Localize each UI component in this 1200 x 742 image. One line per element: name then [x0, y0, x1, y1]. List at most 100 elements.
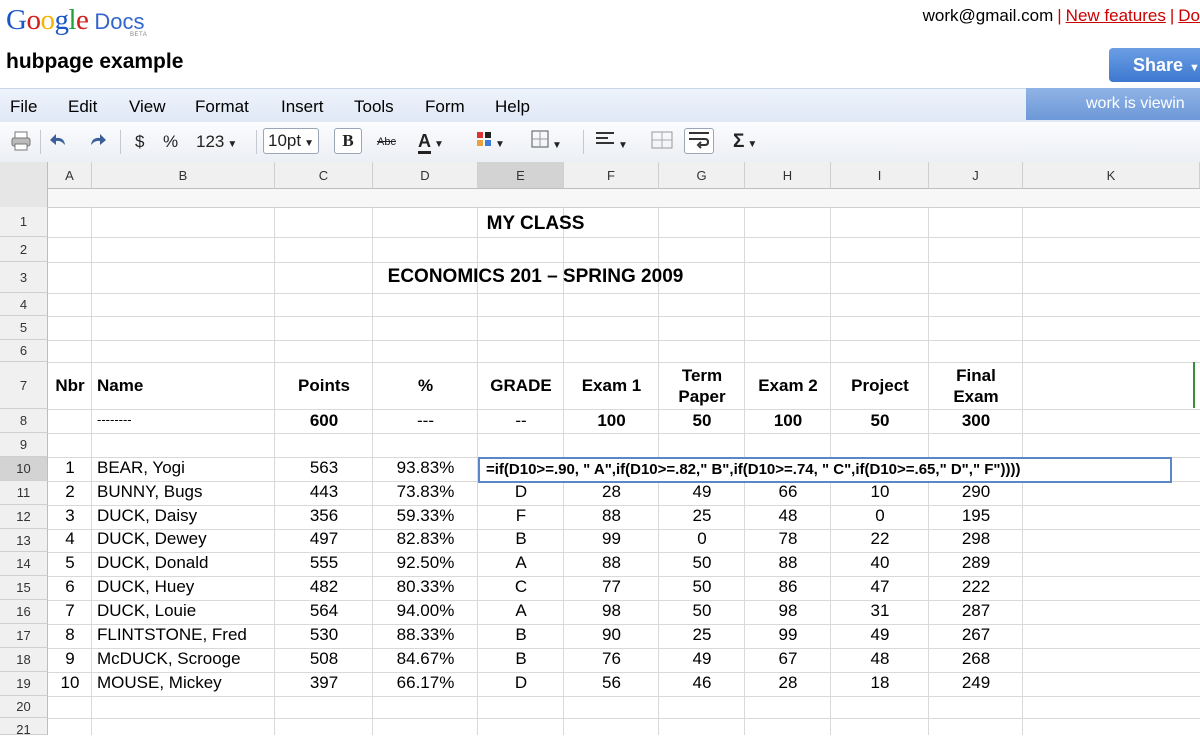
cell-exam1[interactable]: 76 [564, 649, 659, 669]
header-exam1[interactable]: Exam 1 [564, 375, 659, 396]
cell-points[interactable]: 443 [275, 482, 373, 502]
header-nbr[interactable]: Nbr [48, 375, 92, 396]
cell-pct[interactable]: 82.83% [373, 529, 478, 549]
cell-term[interactable]: 46 [659, 673, 745, 693]
cell-points[interactable]: 564 [275, 601, 373, 621]
cell-exam1[interactable]: 77 [564, 577, 659, 597]
maxrow-term[interactable]: 50 [659, 411, 745, 431]
fill-color-dropdown[interactable]: ▼ [476, 130, 505, 154]
cell-project[interactable]: 10 [831, 482, 929, 502]
row-header-4[interactable]: 4 [0, 293, 48, 316]
cell-points[interactable]: 497 [275, 529, 373, 549]
column-header-d[interactable]: D [373, 162, 478, 189]
cell-exam1[interactable]: 28 [564, 482, 659, 502]
cell-points[interactable]: 555 [275, 553, 373, 573]
strikethrough-button[interactable]: Abc [377, 130, 396, 154]
row-header-7[interactable]: 7 [0, 362, 48, 409]
cell-exam2[interactable]: 99 [745, 625, 831, 645]
new-features-link[interactable]: New features [1066, 6, 1166, 25]
cell-name[interactable]: DUCK, Donald [97, 553, 275, 573]
cell-points[interactable]: 397 [275, 673, 373, 693]
cell-exam2[interactable]: 78 [745, 529, 831, 549]
cell-grade[interactable]: B [478, 649, 564, 669]
font-size-dropdown[interactable]: 10pt ▼ [263, 128, 319, 154]
cell-nbr[interactable]: 2 [48, 482, 92, 502]
maxrow-exam2[interactable]: 100 [745, 411, 831, 431]
cell-term[interactable]: 25 [659, 506, 745, 526]
cell-nbr[interactable]: 4 [48, 529, 92, 549]
menu-insert[interactable]: Insert [281, 97, 324, 117]
docs-home-link[interactable]: Do [1178, 6, 1200, 25]
cell-project[interactable]: 18 [831, 673, 929, 693]
header-percent[interactable]: % [373, 375, 478, 396]
column-header-g[interactable]: G [659, 162, 745, 189]
menu-tools[interactable]: Tools [354, 97, 394, 117]
cell-nbr[interactable]: 6 [48, 577, 92, 597]
cell-points[interactable]: 563 [275, 458, 373, 478]
maxrow-exam1[interactable]: 100 [564, 411, 659, 431]
maxrow-points[interactable]: 600 [275, 411, 373, 431]
column-header-a[interactable]: A [48, 162, 92, 189]
cell-pct[interactable]: 66.17% [373, 673, 478, 693]
cell-term[interactable]: 50 [659, 577, 745, 597]
row-header-19[interactable]: 19 [0, 672, 48, 696]
undo-icon[interactable] [48, 130, 70, 154]
cell-exam1[interactable]: 56 [564, 673, 659, 693]
cell-nbr[interactable]: 7 [48, 601, 92, 621]
menu-help[interactable]: Help [495, 97, 530, 117]
cell-final[interactable]: 195 [929, 506, 1023, 526]
cell-nbr[interactable]: 8 [48, 625, 92, 645]
wrap-text-icon[interactable] [684, 128, 714, 154]
row-header-5[interactable]: 5 [0, 316, 48, 340]
column-header-j[interactable]: J [929, 162, 1023, 189]
row-header-8[interactable]: 8 [0, 409, 48, 433]
cell-nbr[interactable]: 10 [48, 673, 92, 693]
number-format-dropdown[interactable]: 123 ▼ [196, 130, 237, 154]
row-header-10[interactable]: 10 [0, 457, 48, 481]
maxrow-pct[interactable]: --- [373, 411, 478, 431]
select-all-corner[interactable] [0, 162, 48, 207]
cell-exam1[interactable]: 88 [564, 506, 659, 526]
cell-grade[interactable]: C [478, 577, 564, 597]
bold-button[interactable]: B [334, 128, 362, 154]
print-icon[interactable] [10, 130, 32, 154]
sheet-subtitle[interactable]: ECONOMICS 201 – SPRING 2009 [48, 266, 1023, 288]
menu-form[interactable]: Form [425, 97, 465, 117]
header-final-exam[interactable]: Final Exam [929, 365, 1023, 407]
cell-final[interactable]: 298 [929, 529, 1023, 549]
cell-final[interactable]: 267 [929, 625, 1023, 645]
cell-exam1[interactable]: 98 [564, 601, 659, 621]
cell-exam2[interactable]: 48 [745, 506, 831, 526]
cell-exam1[interactable]: 99 [564, 529, 659, 549]
sheet-title[interactable]: MY CLASS [48, 213, 1023, 235]
column-header-k[interactable]: K [1023, 162, 1200, 189]
cell-points[interactable]: 356 [275, 506, 373, 526]
cell-name[interactable]: DUCK, Daisy [97, 506, 275, 526]
header-exam2[interactable]: Exam 2 [745, 375, 831, 396]
cell-nbr[interactable]: 1 [48, 458, 92, 478]
cell-project[interactable]: 48 [831, 649, 929, 669]
cell-pct[interactable]: 88.33% [373, 625, 478, 645]
row-header-9[interactable]: 9 [0, 433, 48, 457]
row-header-6[interactable]: 6 [0, 340, 48, 362]
cell-grade[interactable]: A [478, 553, 564, 573]
menu-edit[interactable]: Edit [68, 97, 97, 117]
row-header-12[interactable]: 12 [0, 505, 48, 529]
cell-final[interactable]: 249 [929, 673, 1023, 693]
column-header-h[interactable]: H [745, 162, 831, 189]
column-header-e[interactable]: E [478, 162, 564, 189]
row-header-3[interactable]: 3 [0, 262, 48, 293]
cell-pct[interactable]: 93.83% [373, 458, 478, 478]
cell-name[interactable]: McDUCK, Scrooge [97, 649, 275, 669]
currency-format-button[interactable]: $ [135, 130, 144, 154]
cell-grade[interactable]: B [478, 625, 564, 645]
align-dropdown[interactable]: ▼ [595, 130, 628, 154]
share-button[interactable]: Share ▼ [1109, 48, 1200, 82]
cell-pct[interactable]: 84.67% [373, 649, 478, 669]
row-header-11[interactable]: 11 [0, 481, 48, 505]
row-header-14[interactable]: 14 [0, 552, 48, 576]
row-header-16[interactable]: 16 [0, 600, 48, 624]
cell-nbr[interactable]: 5 [48, 553, 92, 573]
document-title[interactable]: hubpage example [6, 50, 183, 74]
cell-exam2[interactable]: 28 [745, 673, 831, 693]
